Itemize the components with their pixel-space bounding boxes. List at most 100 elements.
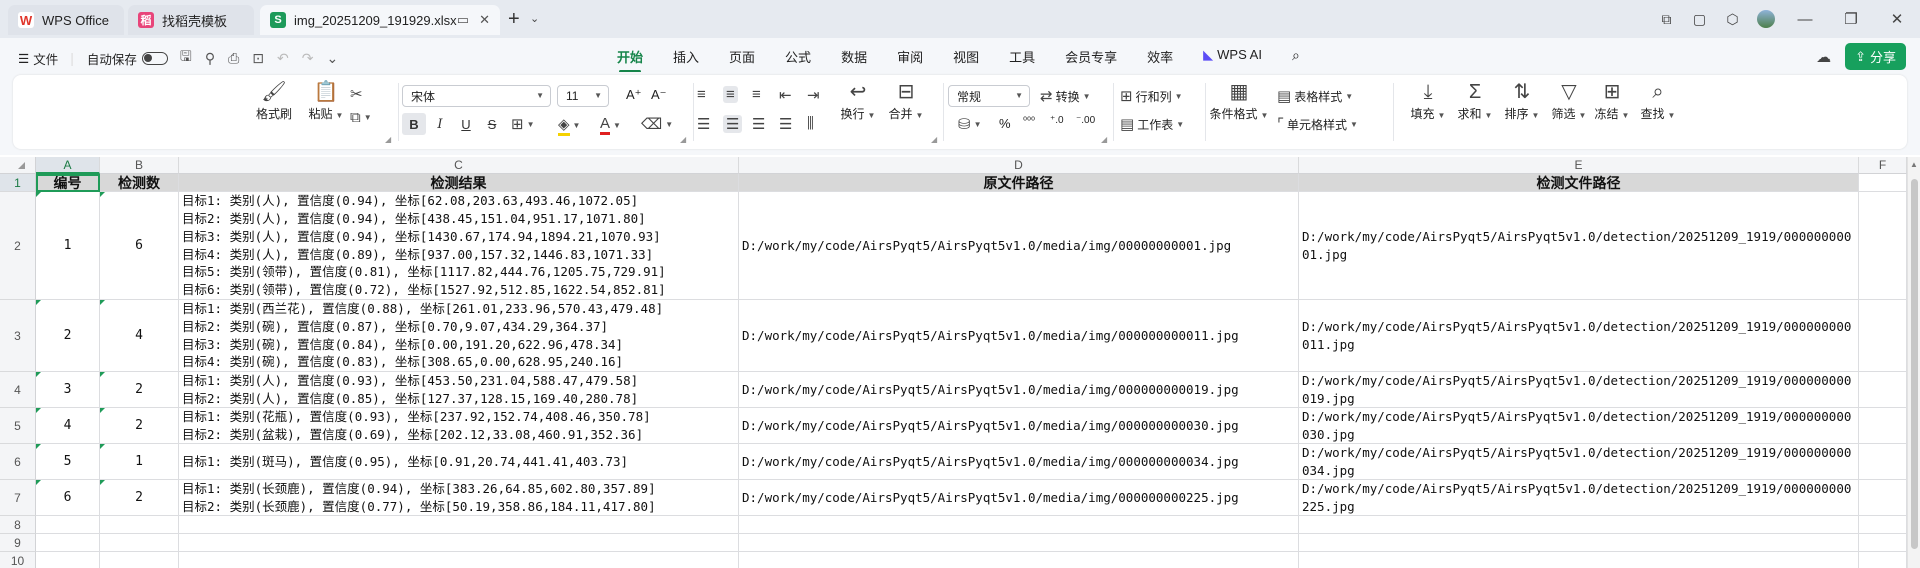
source-path-cell[interactable]: D:/work/my/code/AirsPyqt5/AirsPyqt5v1.0/… [739, 444, 1299, 480]
id-cell[interactable]: 6 [36, 480, 100, 516]
detection-path-cell[interactable]: D:/work/my/code/AirsPyqt5/AirsPyqt5v1.0/… [1299, 372, 1859, 408]
font-size-select[interactable]: 11 ▼ [557, 85, 609, 107]
align-bottom-icon[interactable]: ≡ [752, 86, 761, 103]
row-header-7[interactable]: 7 [0, 480, 36, 516]
empty-cell[interactable] [1859, 444, 1907, 480]
underline-button[interactable]: U [454, 113, 478, 135]
detection-path-cell[interactable]: D:/work/my/code/AirsPyqt5/AirsPyqt5v1.0/… [1299, 408, 1859, 444]
row-header-3[interactable]: 3 [0, 300, 36, 372]
count-cell[interactable]: 1 [100, 444, 179, 480]
tab-view[interactable]: 视图 [953, 47, 979, 66]
borders-icon[interactable]: ⊞ ▼ [511, 115, 535, 133]
empty-cell[interactable] [1859, 408, 1907, 444]
clipboard-launcher-icon[interactable]: ◢ [385, 135, 391, 144]
paste-button[interactable]: 📋 粘贴 ▼ [301, 79, 351, 122]
fill-button[interactable]: ⤓ 填充 ▼ [1403, 79, 1453, 122]
cloud-upload-icon[interactable]: ☁ [1816, 48, 1831, 66]
empty-cell[interactable] [179, 516, 739, 534]
align-top-icon[interactable]: ≡ [697, 86, 706, 103]
id-cell[interactable]: 5 [36, 444, 100, 480]
cut-icon[interactable]: ✂ [350, 85, 363, 103]
empty-cell[interactable] [36, 534, 100, 552]
tab-wps-office[interactable]: W WPS Office [8, 5, 124, 35]
convert-button[interactable]: ⇄ 转换 ▼ [1040, 87, 1091, 105]
wrap-text-button[interactable]: ↩ 换行 ▼ [833, 79, 883, 145]
tab-tools[interactable]: 工具 [1009, 47, 1035, 66]
fill-color-icon[interactable]: ◈ ▼ [558, 115, 580, 136]
share-button[interactable]: ⇪ 分享 [1845, 43, 1906, 70]
empty-cell[interactable] [1859, 516, 1907, 534]
save-icon[interactable]: 🖫 [180, 46, 192, 70]
results-cell[interactable]: 目标1: 类别(人), 置信度(0.93), 坐标[453.50,231.04,… [179, 372, 739, 408]
row-header-6[interactable]: 6 [0, 444, 36, 480]
minimize-icon[interactable]: — [1782, 11, 1828, 28]
tab-list-chevron-icon[interactable]: ⌄ [530, 12, 539, 25]
row-header-9[interactable]: 9 [0, 534, 36, 552]
merge-button[interactable]: ⊟ 合并 ▼ [881, 79, 931, 122]
decrease-decimal-icon[interactable]: ⁻.00 [1076, 115, 1095, 126]
empty-cell[interactable] [1859, 372, 1907, 408]
column-header-d[interactable]: D [739, 157, 1299, 174]
empty-cell[interactable] [100, 552, 179, 568]
rows-cols-button[interactable]: ⊞ 行和列 ▼ [1120, 87, 1183, 105]
empty-cell[interactable] [179, 552, 739, 568]
row-header-1[interactable]: 1 [0, 174, 36, 192]
empty-cell[interactable] [36, 552, 100, 568]
increase-decimal-icon[interactable]: ⁺.0 [1050, 115, 1064, 126]
tab-insert[interactable]: 插入 [673, 47, 699, 66]
count-cell[interactable]: 2 [100, 408, 179, 444]
source-path-cell[interactable]: D:/work/my/code/AirsPyqt5/AirsPyqt5v1.0/… [739, 372, 1299, 408]
results-cell[interactable]: 目标1: 类别(西兰花), 置信度(0.88), 坐标[261.01,233.9… [179, 300, 739, 372]
empty-cell[interactable] [739, 516, 1299, 534]
tab-member[interactable]: 会员专享 [1065, 47, 1117, 66]
tab-review[interactable]: 审阅 [897, 47, 923, 66]
decrease-font-icon[interactable]: A⁻ [651, 87, 667, 103]
select-all-corner[interactable] [0, 157, 36, 174]
number-launcher-icon[interactable]: ◢ [1101, 135, 1107, 144]
number-format-select[interactable]: 常规 ▼ [948, 85, 1030, 107]
header-cell-id[interactable]: 编号 [36, 174, 100, 192]
count-cell[interactable]: 6 [100, 192, 179, 300]
source-path-cell[interactable]: D:/work/my/code/AirsPyqt5/AirsPyqt5v1.0/… [739, 408, 1299, 444]
empty-cell[interactable] [739, 534, 1299, 552]
empty-cell[interactable] [739, 552, 1299, 568]
format-painter-button[interactable]: 🖌 格式刷 [249, 79, 299, 122]
tab-efficiency[interactable]: 效率 [1147, 47, 1173, 66]
share-link-icon[interactable]: ⚲ [205, 50, 215, 67]
align-center-icon[interactable]: ☰ [723, 115, 743, 133]
file-menu[interactable]: ☰ 文件 [18, 49, 58, 68]
strikethrough-button[interactable]: S [480, 113, 504, 135]
autosave-toggle[interactable]: 自动保存 [87, 49, 168, 68]
restore-icon[interactable]: ❐ [1828, 10, 1874, 28]
align-middle-icon[interactable]: ≡ [723, 86, 738, 103]
scrollbar-thumb[interactable] [1911, 179, 1918, 549]
id-cell[interactable]: 4 [36, 408, 100, 444]
float-window-icon[interactable]: ▭ [457, 12, 469, 28]
column-header-a[interactable]: A [36, 157, 100, 174]
empty-cell[interactable] [179, 534, 739, 552]
header-cell-count[interactable]: 检测数 [100, 174, 179, 192]
source-path-cell[interactable]: D:/work/my/code/AirsPyqt5/AirsPyqt5v1.0/… [739, 300, 1299, 372]
search-icon[interactable]: ⌕ [1292, 47, 1300, 66]
redo-icon[interactable]: ↷ [302, 50, 314, 67]
empty-cell[interactable] [1859, 552, 1907, 568]
tab-current-file[interactable]: S img_20251209_191929.xlsx ▭ ✕ [260, 5, 500, 35]
justify-icon[interactable]: ☰ [779, 115, 792, 133]
cube-icon[interactable]: ⬡ [1716, 11, 1749, 28]
decrease-indent-icon[interactable]: ⇤ [779, 86, 792, 104]
empty-cell[interactable] [1859, 174, 1907, 192]
results-cell[interactable]: 目标1: 类别(斑马), 置信度(0.95), 坐标[0.91,20.74,44… [179, 444, 739, 480]
empty-cell[interactable] [1299, 516, 1859, 534]
tab-page[interactable]: 页面 [729, 47, 755, 66]
undo-icon[interactable]: ↶ [277, 50, 289, 67]
copy-icon[interactable]: ⧉ ▼ [350, 109, 372, 126]
id-cell[interactable]: 1 [36, 192, 100, 300]
table-style-button[interactable]: ▤ 表格样式 ▼ [1277, 87, 1353, 105]
distributed-icon[interactable]: ⫼ [807, 115, 814, 132]
print-preview-icon[interactable]: ⊡ [252, 50, 264, 67]
empty-cell[interactable] [1299, 552, 1859, 568]
currency-icon[interactable]: ⛁ ▼ [958, 115, 982, 133]
tab-formula[interactable]: 公式 [785, 47, 811, 66]
results-cell[interactable]: 目标1: 类别(人), 置信度(0.94), 坐标[62.08,203.63,4… [179, 192, 739, 300]
font-color-icon[interactable]: A ▼ [600, 115, 621, 135]
